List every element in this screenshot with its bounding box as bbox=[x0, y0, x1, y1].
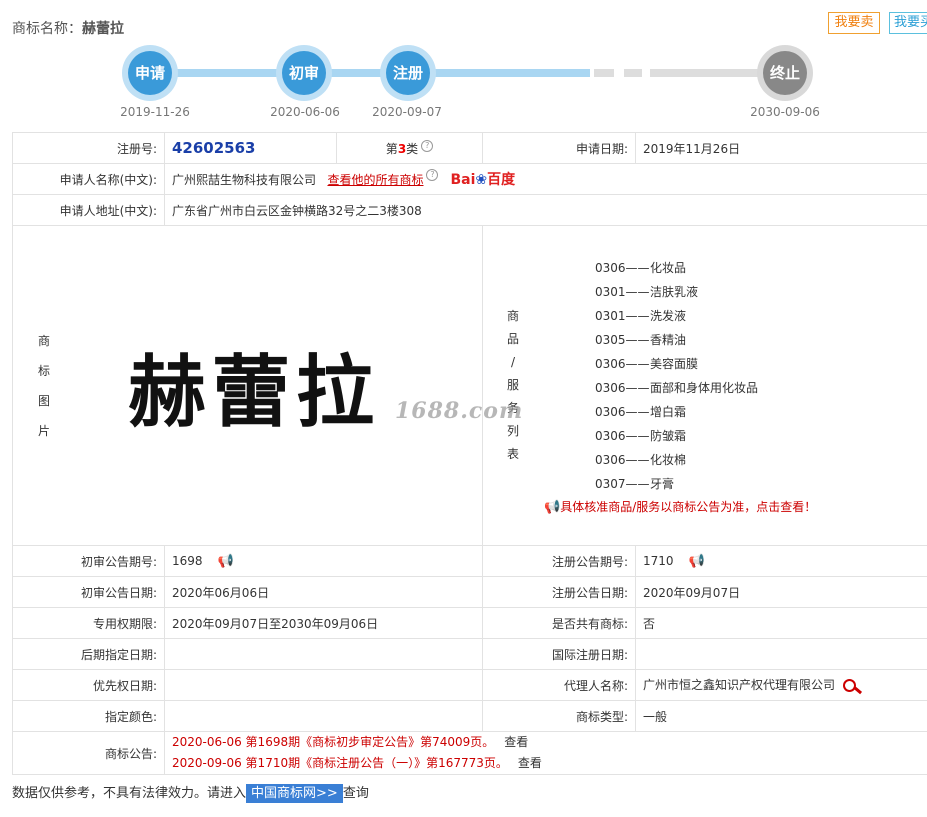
shared-value: 否 bbox=[635, 607, 927, 639]
timeline-gap-dash bbox=[624, 69, 642, 77]
agent-name: 广州市恒之鑫知识产权代理有限公司 bbox=[643, 678, 836, 693]
goods-item: 0306——面部和身体用化妆品 bbox=[595, 381, 759, 395]
type-value: 一般 bbox=[635, 700, 927, 732]
notice-item: 2020-09-06 第1710期《商标注册公告（一）》第167773页。 查看 bbox=[172, 756, 542, 770]
intl-date bbox=[635, 638, 927, 670]
later-date bbox=[164, 638, 483, 670]
goods-item: 0305——香精油 bbox=[595, 333, 687, 347]
step-date: 2020-09-07 bbox=[372, 105, 442, 119]
cn-trademark-link[interactable]: 中国商标网>> bbox=[246, 784, 343, 803]
trademark-image: 赫蕾拉 bbox=[128, 346, 381, 438]
view-notice-link[interactable]: 查看 bbox=[518, 756, 542, 770]
shared-label: 是否共有商标: bbox=[482, 607, 636, 639]
baidu-paw-icon: ❀ bbox=[475, 172, 488, 188]
color-label: 指定颜色: bbox=[12, 700, 165, 732]
goods-item: 0301——洁肤乳液 bbox=[595, 285, 699, 299]
class-number: 3 bbox=[397, 141, 407, 156]
notice-list: 2020-06-06 第1698期《商标初步审定公告》第74009页。 查看 20… bbox=[164, 731, 927, 775]
reg-pub-date-label: 注册公告日期: bbox=[482, 576, 636, 608]
excl-period-label: 专用权期限: bbox=[12, 607, 165, 639]
priority-date-label: 优先权日期: bbox=[12, 669, 165, 701]
apply-date: 2019年11月26日 bbox=[635, 132, 927, 164]
step-terminate: 终止 bbox=[757, 45, 813, 101]
step-date: 2019-11-26 bbox=[120, 105, 190, 119]
mark-image-cell: 商 标 图 片 赫蕾拉 bbox=[12, 225, 483, 546]
trademark-name: 赫蕾拉 bbox=[82, 21, 124, 37]
reg-no: 42602563 bbox=[172, 139, 256, 157]
applicant-label: 申请人名称(中文): bbox=[12, 163, 165, 195]
search-icon[interactable] bbox=[841, 678, 863, 694]
later-date-label: 后期指定日期: bbox=[12, 638, 165, 670]
goods-item: 0306——化妆品 bbox=[595, 261, 687, 275]
prelim-no-label: 初审公告期号: bbox=[12, 545, 165, 577]
page-title: 商标名称：赫蕾拉 bbox=[12, 18, 124, 38]
goods-item: 0307——牙膏 bbox=[595, 477, 675, 491]
buy-button[interactable]: 我要买 bbox=[889, 12, 927, 34]
color-value bbox=[164, 700, 483, 732]
timeline-gap-dash bbox=[594, 69, 614, 77]
prelim-date-label: 初审公告日期: bbox=[12, 576, 165, 608]
help-icon[interactable]: ? bbox=[421, 139, 434, 152]
step-date: 2030-09-06 bbox=[750, 105, 820, 119]
goods-item: 0306——增白霜 bbox=[595, 405, 687, 419]
megaphone-icon[interactable]: 📢 bbox=[218, 554, 234, 569]
title-label: 商标名称： bbox=[12, 21, 82, 37]
intl-date-label: 国际注册日期: bbox=[482, 638, 636, 670]
view-all-trademarks-link[interactable]: 查看他的所有商标 bbox=[327, 173, 423, 187]
baidu-search-link[interactable]: Bai❀百度 bbox=[450, 172, 515, 188]
reg-pub-no: 1710 bbox=[643, 553, 674, 568]
goods-list: 0306——化妆品 0301——洁肤乳液 0301——洗发液 0305——香精油… bbox=[536, 256, 816, 515]
goods-item: 0306——防皱霜 bbox=[595, 429, 687, 443]
step-date: 2020-06-06 bbox=[270, 105, 340, 119]
step-apply: 申请 bbox=[122, 45, 178, 101]
footer-disclaimer: 数据仅供参考，不具有法律效力。请进入 中国商标网>> 查询 bbox=[12, 784, 369, 803]
sell-button[interactable]: 我要卖 bbox=[828, 12, 880, 34]
step-prelim: 初审 bbox=[276, 45, 332, 101]
view-notice-link[interactable]: 查看 bbox=[504, 735, 528, 749]
applicant-name: 广州熙喆生物科技有限公司 bbox=[172, 173, 317, 187]
prelim-date: 2020年06月06日 bbox=[164, 576, 483, 608]
goods-cell: 商 品 / 服 务 列 表 0306——化妆品 0301——洁肤乳液 0301—… bbox=[482, 225, 927, 546]
excl-period: 2020年09月07日至2030年09月06日 bbox=[164, 607, 483, 639]
notice-label: 商标公告: bbox=[12, 731, 165, 775]
goods-list-label: 商 品 / 服 务 列 表 bbox=[506, 309, 519, 461]
megaphone-icon[interactable]: 📢 bbox=[689, 554, 705, 569]
watermark: 1688.com bbox=[395, 398, 524, 424]
megaphone-icon: 📢 bbox=[544, 500, 561, 515]
reg-pub-date: 2020年09月07日 bbox=[635, 576, 927, 608]
prelim-no: 1698 bbox=[172, 553, 203, 568]
help-icon[interactable]: ? bbox=[426, 169, 439, 181]
goods-item: 0306——化妆棉 bbox=[595, 453, 687, 467]
apply-date-label: 申请日期: bbox=[482, 132, 636, 164]
applicant-address: 广东省广州市白云区金钟横路32号之二3楼308 bbox=[164, 194, 927, 226]
priority-date bbox=[164, 669, 483, 701]
goods-note-link[interactable]: 📢具体核准商品/服务以商标公告为准，点击查看！ bbox=[536, 498, 816, 515]
goods-item: 0306——美容面膜 bbox=[595, 357, 699, 371]
goods-item: 0301——洗发液 bbox=[595, 309, 687, 323]
trademark-info-table: 注册号: 42602563 第3类? 申请日期: 2019年11月26日 申请人… bbox=[12, 132, 927, 775]
notice-item: 2020-06-06 第1698期《商标初步审定公告》第74009页。 查看 bbox=[172, 735, 529, 749]
address-label: 申请人地址(中文): bbox=[12, 194, 165, 226]
mark-image-label: 商 标 图 片 bbox=[37, 333, 50, 438]
reg-pub-no-label: 注册公告期号: bbox=[482, 545, 636, 577]
step-register: 注册 bbox=[380, 45, 436, 101]
agent-label: 代理人名称: bbox=[482, 669, 636, 701]
type-label: 商标类型: bbox=[482, 700, 636, 732]
class-cell: 第3类? bbox=[336, 132, 483, 164]
reg-no-label: 注册号: bbox=[12, 132, 165, 164]
timeline-progress-line bbox=[150, 69, 590, 77]
